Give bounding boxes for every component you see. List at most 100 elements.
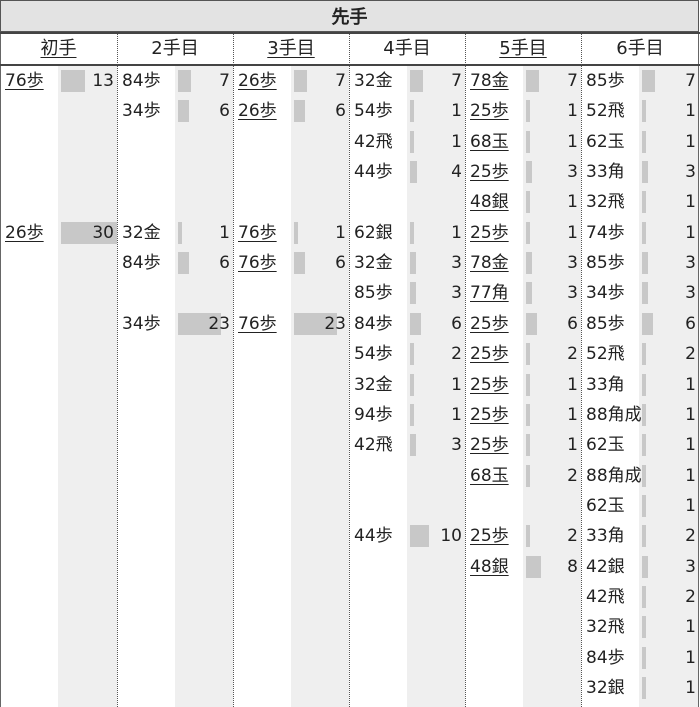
move-label[interactable]: 88角成 bbox=[586, 461, 642, 491]
move-label[interactable]: 25歩 bbox=[470, 370, 526, 400]
count-value: 1 bbox=[567, 222, 578, 243]
move-label[interactable]: 76歩 bbox=[238, 218, 294, 248]
move-label[interactable]: 76歩 bbox=[5, 66, 61, 96]
move-label[interactable]: 25歩 bbox=[470, 521, 526, 551]
move-label[interactable]: 76歩 bbox=[238, 248, 294, 278]
count-value: 7 bbox=[685, 71, 696, 91]
count-value: 1 bbox=[685, 678, 696, 698]
move-label[interactable]: 33角 bbox=[586, 521, 642, 551]
count-value: 6 bbox=[335, 101, 346, 122]
count-value: 1 bbox=[567, 435, 578, 456]
move-label[interactable]: 84歩 bbox=[586, 643, 642, 673]
move-label[interactable]: 25歩 bbox=[470, 96, 526, 126]
move-label[interactable]: 62玉 bbox=[586, 127, 642, 157]
move-label[interactable]: 94歩 bbox=[354, 400, 410, 430]
move-label[interactable]: 85歩 bbox=[586, 309, 642, 339]
move-label[interactable]: 84歩 bbox=[354, 309, 410, 339]
move-label[interactable]: 85歩 bbox=[586, 248, 642, 278]
count-value: 1 bbox=[685, 404, 696, 425]
move-label[interactable]: 32飛 bbox=[586, 187, 642, 217]
move-label[interactable]: 68玉 bbox=[470, 127, 526, 157]
count-value: 1 bbox=[685, 495, 696, 516]
move-label[interactable]: 25歩 bbox=[470, 157, 526, 187]
count-value: 1 bbox=[451, 222, 462, 243]
move-label[interactable]: 62銀 bbox=[354, 218, 410, 248]
column-header: 初手 bbox=[0, 34, 117, 64]
move-label[interactable]: 32金 bbox=[122, 218, 178, 248]
count-value: 2 bbox=[451, 344, 462, 365]
move-label[interactable]: 62玉 bbox=[586, 491, 642, 521]
move-label[interactable]: 84歩 bbox=[122, 248, 178, 278]
count-value: 1 bbox=[685, 131, 696, 152]
count-value: 13 bbox=[92, 71, 114, 91]
move-label[interactable]: 52飛 bbox=[586, 339, 642, 369]
move-label[interactable]: 78金 bbox=[470, 248, 526, 278]
move-label[interactable]: 26歩 bbox=[238, 96, 294, 126]
grid-border-right bbox=[698, 34, 699, 707]
move-label[interactable]: 44歩 bbox=[354, 521, 410, 551]
count-value: 2 bbox=[567, 344, 578, 365]
count-value: 6 bbox=[685, 313, 696, 334]
move-label[interactable]: 48銀 bbox=[470, 187, 526, 217]
move-label[interactable]: 48銀 bbox=[470, 552, 526, 582]
count-value: 2 bbox=[567, 526, 578, 547]
count-value: 1 bbox=[219, 222, 230, 243]
move-label[interactable]: 52飛 bbox=[586, 96, 642, 126]
move-label[interactable]: 25歩 bbox=[470, 218, 526, 248]
column-header: 4手目 bbox=[349, 34, 465, 64]
column-divider bbox=[349, 34, 350, 707]
move-label[interactable]: 44歩 bbox=[354, 157, 410, 187]
count-value: 6 bbox=[219, 253, 230, 274]
move-label[interactable]: 54歩 bbox=[354, 96, 410, 126]
column-header-label: 2手目 bbox=[151, 38, 199, 59]
count-value: 3 bbox=[685, 283, 696, 304]
count-value: 3 bbox=[451, 435, 462, 456]
count-value: 3 bbox=[685, 253, 696, 274]
column-header-label: 初手 bbox=[40, 38, 77, 59]
move-label[interactable]: 25歩 bbox=[470, 339, 526, 369]
move-label[interactable]: 34歩 bbox=[122, 309, 178, 339]
move-label[interactable]: 32飛 bbox=[586, 612, 642, 642]
move-label[interactable]: 42銀 bbox=[586, 552, 642, 582]
move-label[interactable]: 68玉 bbox=[470, 461, 526, 491]
move-label[interactable]: 62玉 bbox=[586, 430, 642, 460]
move-label[interactable]: 74歩 bbox=[586, 218, 642, 248]
sheet-title: 先手 bbox=[0, 0, 699, 32]
move-label[interactable]: 26歩 bbox=[5, 218, 61, 248]
move-label[interactable]: 33角 bbox=[586, 157, 642, 187]
move-label[interactable]: 32金 bbox=[354, 248, 410, 278]
move-label[interactable]: 26歩 bbox=[238, 66, 294, 96]
move-label[interactable]: 88角成 bbox=[586, 400, 642, 430]
move-label[interactable]: 42飛 bbox=[354, 127, 410, 157]
count-value: 1 bbox=[335, 222, 346, 243]
move-label[interactable]: 42飛 bbox=[354, 430, 410, 460]
move-label[interactable]: 25歩 bbox=[470, 309, 526, 339]
move-label[interactable]: 54歩 bbox=[354, 339, 410, 369]
move-label[interactable]: 25歩 bbox=[470, 430, 526, 460]
move-label[interactable]: 32金 bbox=[354, 66, 410, 96]
move-label[interactable]: 78金 bbox=[470, 66, 526, 96]
move-label[interactable]: 32銀 bbox=[586, 673, 642, 703]
move-label[interactable]: 85歩 bbox=[354, 278, 410, 308]
count-value: 1 bbox=[567, 404, 578, 425]
count-value: 1 bbox=[567, 101, 578, 122]
column-header: 5手目 bbox=[465, 34, 581, 64]
move-label[interactable]: 77角 bbox=[470, 278, 526, 308]
move-label[interactable]: 32金 bbox=[354, 370, 410, 400]
count-value: 1 bbox=[685, 617, 696, 638]
move-label[interactable]: 76歩 bbox=[238, 309, 294, 339]
count-value: 23 bbox=[324, 313, 346, 334]
count-value: 30 bbox=[92, 222, 114, 243]
move-label[interactable]: 34歩 bbox=[122, 96, 178, 126]
move-label[interactable]: 25歩 bbox=[470, 400, 526, 430]
column-divider bbox=[581, 34, 582, 707]
move-label[interactable]: 34歩 bbox=[586, 278, 642, 308]
move-label[interactable]: 42飛 bbox=[586, 582, 642, 612]
move-label[interactable]: 85歩 bbox=[586, 66, 642, 96]
move-label[interactable]: 84歩 bbox=[122, 66, 178, 96]
count-value: 4 bbox=[451, 162, 462, 183]
count-value: 1 bbox=[567, 374, 578, 395]
move-label[interactable]: 33角 bbox=[586, 370, 642, 400]
count-value: 3 bbox=[685, 556, 696, 577]
count-value: 3 bbox=[567, 162, 578, 183]
